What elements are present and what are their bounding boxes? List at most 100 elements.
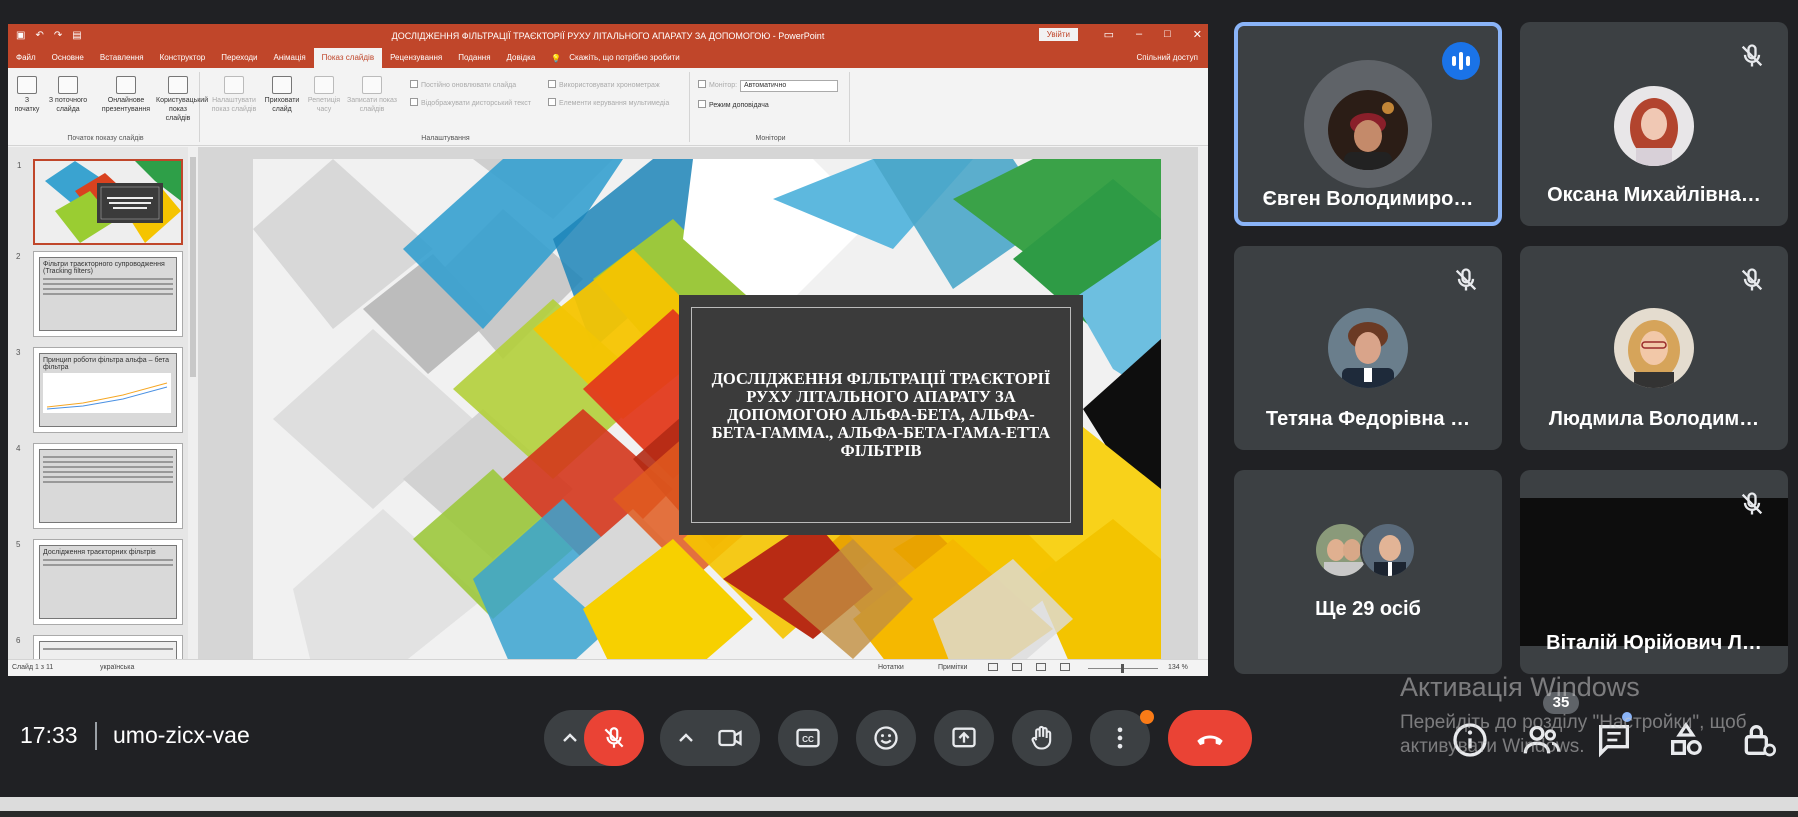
tab-help[interactable]: Довідка [499,48,544,68]
thumbnail-slide-2[interactable]: 2 Фільтри траєкторного супроводження (Tr… [16,251,183,337]
minimize-icon[interactable]: – [1136,28,1142,41]
thumbnail-slide-1[interactable]: 1 [17,159,183,245]
record-show-button[interactable]: Записати показ слайдів [346,76,398,114]
tab-insert[interactable]: Вставлення [92,48,152,68]
view-buttons [988,663,1070,671]
present-screen-button[interactable] [934,710,994,766]
from-beginning-button[interactable]: З початку [12,76,42,114]
tab-animations[interactable]: Анімація [265,48,313,68]
current-slide[interactable]: ДОСЛІДЖЕННЯ ФІЛЬТРАЦІЇ ТРАЄКТОРІЇ РУХУ Л… [253,159,1161,671]
mic-off-icon [604,727,624,748]
title-placeholder[interactable]: ДОСЛІДЖЕННЯ ФІЛЬТРАЦІЇ ТРАЄКТОРІЇ РУХУ Л… [679,295,1083,535]
meeting-code[interactable]: umo-zicx-vae [113,722,250,749]
tab-transitions[interactable]: Переходи [213,48,265,68]
thumbnail-slide-5[interactable]: 5 Дослідження траєкторних фільтрів [16,539,183,625]
participant-tile-others[interactable]: Ще 29 осіб [1234,470,1502,674]
setup-show-button[interactable]: Налаштувати показ слайдів [210,76,258,114]
normal-view-icon[interactable] [988,663,998,671]
ribbon-display-icon[interactable]: ▭ [1104,28,1114,41]
thumbnails-scrollbar[interactable] [188,147,198,676]
monitor-label: Монітор: [698,80,737,89]
notes-button[interactable]: Нотатки [878,664,904,671]
slideshow-icon [17,76,37,94]
hide-slide-icon [272,76,292,94]
ribbon-tabs: Файл Основне Вставлення Конструктор Пере… [8,48,1208,68]
leave-call-button[interactable] [1168,710,1252,766]
tab-design[interactable]: Конструктор [152,48,214,68]
notification-dot [1140,710,1154,724]
tab-view[interactable]: Подання [450,48,498,68]
tab-slideshow[interactable]: Показ слайдів [313,48,383,68]
participant-tile-3[interactable]: Тетяна Федорівна … [1234,246,1502,450]
thumbnail-chart [43,373,171,413]
reactions-button[interactable] [856,710,916,766]
checkbox-update[interactable]: Постійно оновлювати слайда [410,80,516,89]
tab-review[interactable]: Рецензування [382,48,450,68]
editor-scrollbar[interactable] [1198,147,1208,676]
checkbox-subtitles[interactable]: Відображувати дисторський текст [410,98,531,107]
mic-off-icon [1741,44,1763,67]
close-icon[interactable]: ✕ [1193,28,1202,41]
avatar [1328,90,1408,170]
setup-icon [224,76,244,94]
ribbon-group-setup: Налаштувати показ слайдів Приховати слай… [202,72,690,142]
checkbox-presenter-view[interactable]: Режим доповідача [698,100,769,109]
avatar [1328,308,1408,388]
maximize-icon[interactable]: □ [1164,28,1171,41]
camera-icon [718,729,742,747]
ribbon-group-start: З початку З поточного слайда Онлайнове п… [12,72,208,142]
checkbox-media[interactable]: Елементи керування мультимедіа [548,98,669,107]
group-label-setup: Налаштування [421,135,470,142]
camera-toggle-button[interactable] [700,710,760,766]
share-button[interactable]: Спільний доступ [1136,48,1198,68]
window-controls: ▭ – □ ✕ [1104,28,1202,41]
raise-hand-button[interactable] [1012,710,1072,766]
group-label-monitors: Монітори [755,135,786,142]
tab-home[interactable]: Основне [44,48,92,68]
mic-off-icon [1455,268,1477,291]
end-call-icon [1197,735,1223,746]
slide-counter: Слайд 1 з 11 [12,664,54,671]
tell-me-search[interactable]: Скажіть, що потрібно зробити [561,48,687,68]
comments-button[interactable]: Примітки [938,664,967,671]
slideshow-view-icon[interactable] [1060,663,1070,671]
thumbnail-slide-4[interactable]: 4 [16,443,183,529]
chevron-up-icon[interactable] [674,726,698,750]
participant-name: Людмила Володим… [1548,408,1760,430]
hand-icon [1031,725,1052,750]
participant-tile-4[interactable]: Людмила Володим… [1520,246,1788,450]
zoom-level[interactable]: 134 % [1168,664,1188,671]
microphone-toggle-button[interactable] [584,710,644,766]
participant-tile-2[interactable]: Оксана Михайлівна… [1520,22,1788,226]
online-present-button[interactable]: Онлайнове презентування [100,76,152,114]
captions-button[interactable]: CC [778,710,838,766]
group-label-start: Початок показу слайдів [67,135,144,142]
checkbox-timings[interactable]: Використовувати хронометраж [548,80,660,89]
lightbulb-icon: 💡 [551,53,562,63]
participant-tile-6[interactable]: Віталій Юрійович Л… [1520,470,1788,674]
chevron-up-icon[interactable] [558,726,582,750]
emoji-icon [874,726,898,750]
participant-tile-1[interactable]: Євген Володимиро… [1234,22,1502,226]
video-feed [1520,498,1788,646]
hide-slide-button[interactable]: Приховати слайд [262,76,302,114]
sorter-view-icon[interactable] [1012,663,1022,671]
language-indicator[interactable]: українська [100,664,134,671]
mic-off-icon [1741,268,1763,291]
avatar [1360,522,1416,578]
avatar [1614,308,1694,388]
rehearse-timings-button[interactable]: Репетиція часу [306,76,342,114]
monitor-select[interactable]: Автоматично [740,80,838,92]
slide-title: ДОСЛІДЖЕННЯ ФІЛЬТРАЦІЇ ТРАЄКТОРІЇ РУХУ Л… [711,369,1051,460]
reading-view-icon[interactable] [1036,663,1046,671]
custom-show-button[interactable]: Користувацький показ слайдів [156,76,208,123]
zoom-slider-thumb[interactable] [1121,664,1124,673]
record-icon [362,76,382,94]
ribbon: З початку З поточного слайда Онлайнове п… [8,68,1208,146]
tab-file[interactable]: Файл [8,48,44,68]
from-current-button[interactable]: З поточного слайда [46,76,90,114]
thumbnail-slide-3[interactable]: 3 Принцип роботи фільтра альфа – бета фі… [16,347,183,433]
divider [95,722,97,750]
signin-button[interactable]: Увійти [1038,28,1078,41]
custom-show-icon [168,76,188,94]
